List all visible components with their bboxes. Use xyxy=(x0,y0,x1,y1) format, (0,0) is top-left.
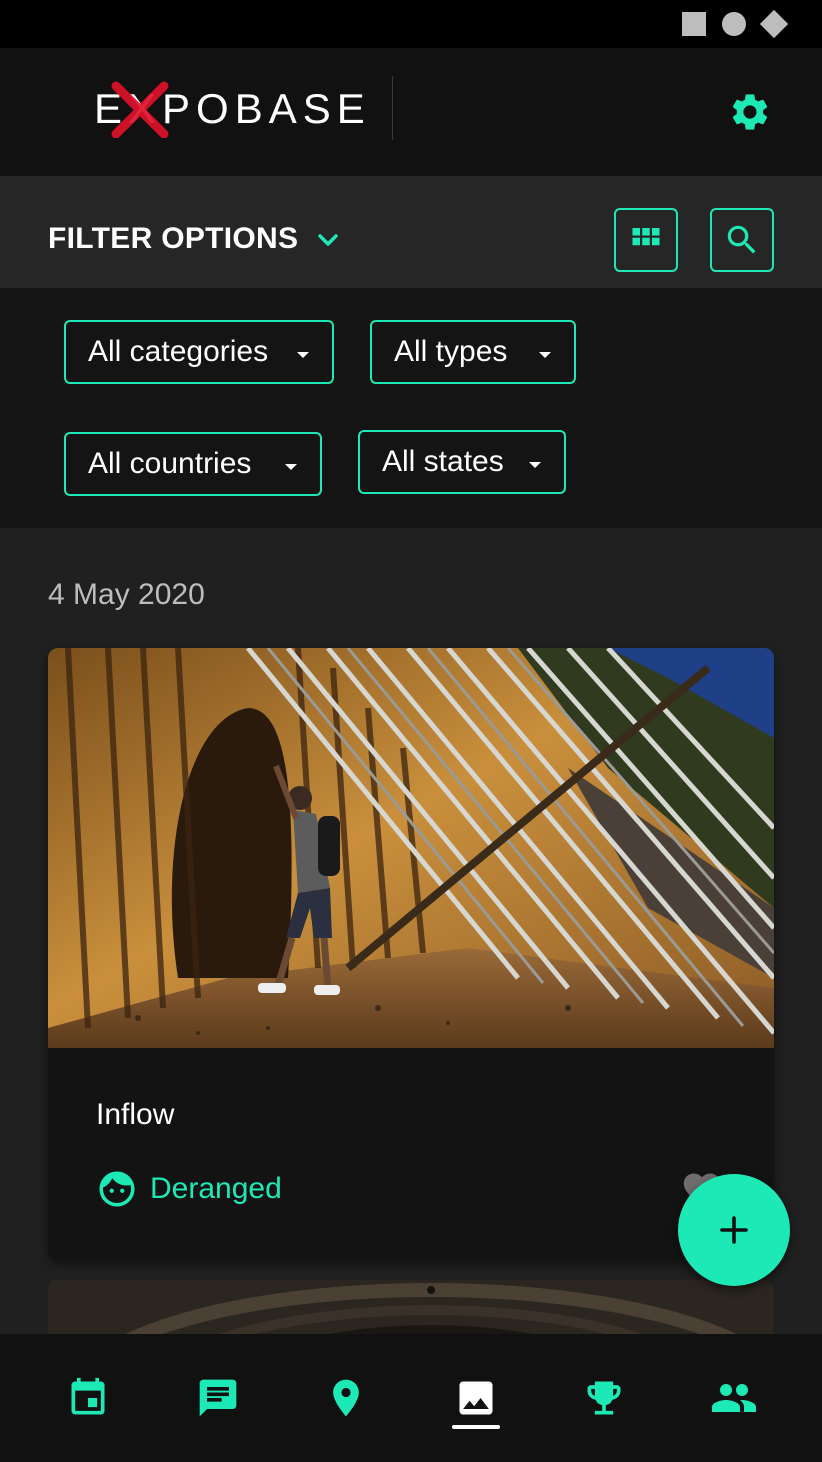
bottom-navigation xyxy=(0,1334,822,1462)
calendar-icon xyxy=(71,1377,105,1415)
states-dropdown-label: All states xyxy=(382,445,504,478)
states-dropdown[interactable]: All states xyxy=(358,430,566,494)
square-icon xyxy=(682,12,706,36)
categories-dropdown[interactable]: All categories xyxy=(64,320,334,384)
gear-icon xyxy=(732,94,768,130)
feed-date-heading: 4 May 2020 xyxy=(48,578,205,611)
nav-chat[interactable] xyxy=(194,1374,242,1422)
nav-map[interactable] xyxy=(322,1374,370,1422)
photo-icon xyxy=(459,1381,493,1415)
caret-down-icon xyxy=(297,352,309,358)
card-author[interactable]: Deranged xyxy=(96,1168,282,1210)
diamond-icon xyxy=(759,9,789,39)
plus-icon xyxy=(720,1216,748,1244)
search-icon xyxy=(727,225,756,254)
expobase-logo: EXPOBASE xyxy=(94,81,365,138)
active-tab-indicator xyxy=(452,1425,500,1429)
caret-down-icon xyxy=(539,352,551,358)
people-icon xyxy=(712,1384,756,1412)
add-button[interactable] xyxy=(678,1174,790,1286)
nav-events[interactable] xyxy=(64,1374,112,1422)
grid-view-icon xyxy=(632,228,660,246)
author-name: Deranged xyxy=(150,1172,282,1205)
chevron-down-icon[interactable] xyxy=(312,224,344,256)
caret-down-icon xyxy=(285,464,297,470)
countries-dropdown[interactable]: All countries xyxy=(64,432,322,496)
chat-icon xyxy=(199,1379,237,1417)
status-bar xyxy=(0,0,822,48)
settings-button[interactable] xyxy=(726,88,774,136)
search-button[interactable] xyxy=(710,208,774,272)
types-dropdown[interactable]: All types xyxy=(370,320,576,384)
logo-divider xyxy=(392,76,393,140)
filter-options-title[interactable]: FILTER OPTIONS xyxy=(48,222,298,256)
card-title[interactable]: Inflow xyxy=(96,1098,174,1132)
photo-card[interactable]: Inflow Deranged xyxy=(48,648,774,1260)
card-photo[interactable] xyxy=(48,648,774,1048)
grid-view-button[interactable] xyxy=(614,208,678,272)
types-dropdown-label: All types xyxy=(394,335,508,368)
nav-gallery[interactable] xyxy=(452,1374,500,1422)
circle-icon xyxy=(722,12,746,36)
countries-dropdown-label: All countries xyxy=(88,447,252,480)
nav-community[interactable] xyxy=(710,1374,758,1422)
nav-awards[interactable] xyxy=(580,1374,628,1422)
location-pin-icon xyxy=(333,1379,359,1417)
categories-dropdown-label: All categories xyxy=(88,335,269,368)
face-icon xyxy=(99,1171,135,1207)
filter-panel: All categories All types All countries A… xyxy=(0,288,822,528)
caret-down-icon xyxy=(529,462,541,468)
trophy-icon xyxy=(587,1381,621,1415)
